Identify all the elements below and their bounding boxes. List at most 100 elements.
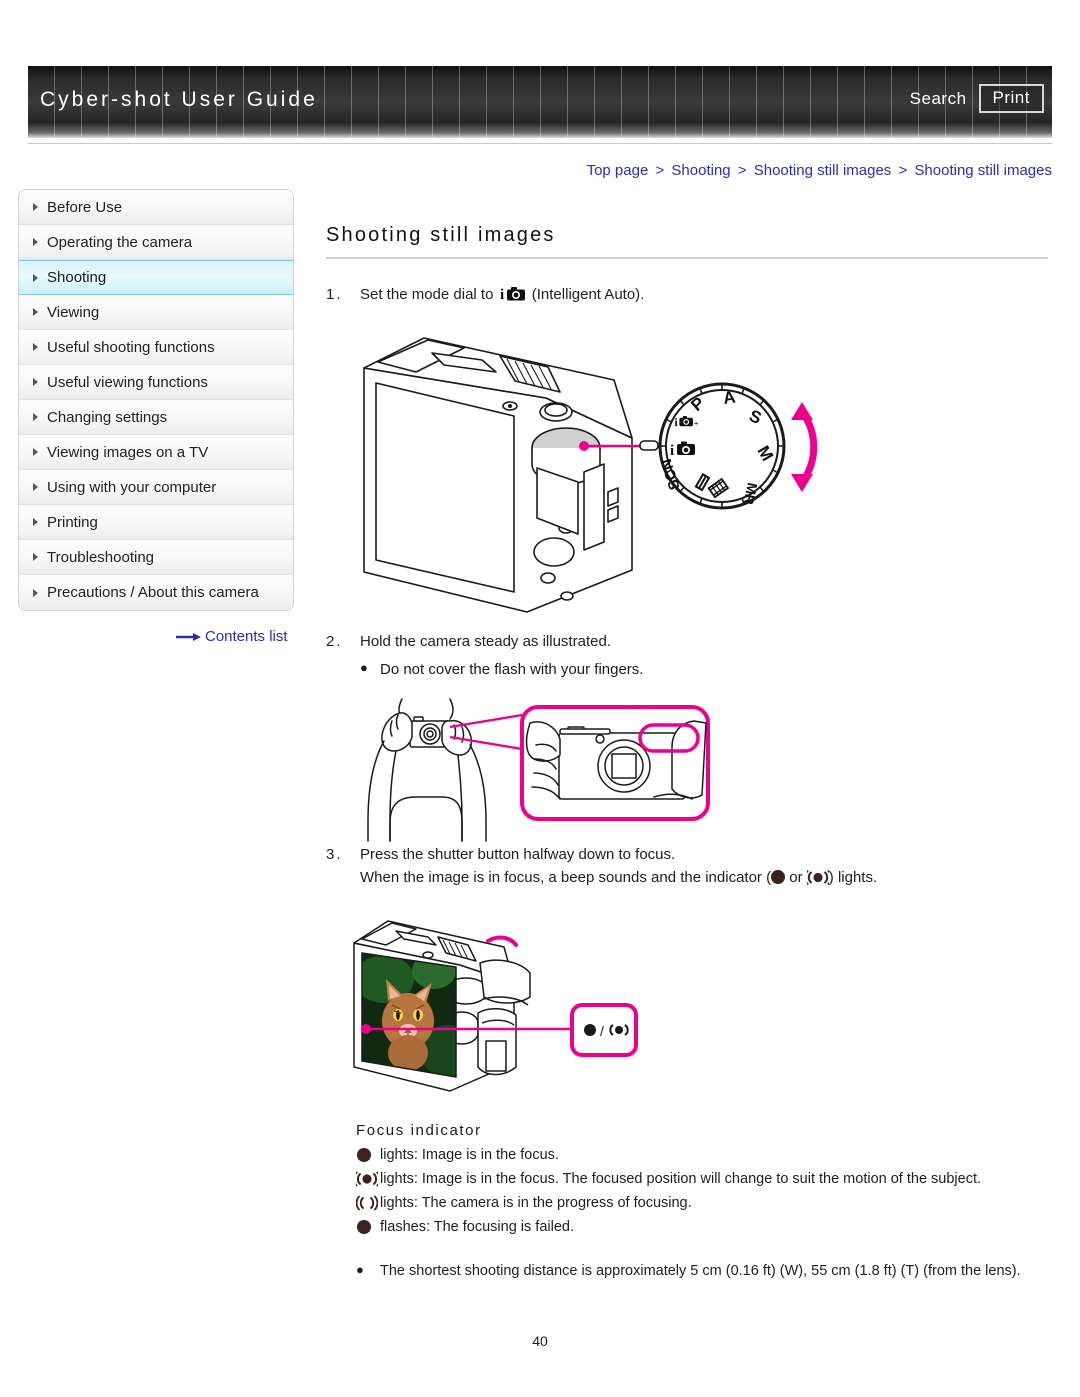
triangle-right-icon bbox=[33, 203, 38, 211]
svg-text:+: + bbox=[694, 419, 699, 428]
sidebar-item-label: Changing settings bbox=[47, 408, 168, 426]
breadcrumb-separator: > bbox=[898, 162, 908, 179]
page-number: 40 bbox=[532, 1333, 548, 1349]
triangle-right-icon bbox=[33, 483, 38, 491]
step-3-line2-b: ) lights. bbox=[828, 869, 878, 886]
focus-indicator-callout bbox=[570, 1003, 638, 1058]
sidebar-item-label: Shooting bbox=[47, 269, 107, 286]
svg-text:/: / bbox=[600, 1023, 604, 1039]
figure-camera-mode-dial: P A S M MR SCN i + i bbox=[332, 320, 832, 630]
sidebar-item-changing-settings[interactable]: Changing settings bbox=[19, 400, 293, 435]
bullet-dot-icon: ● bbox=[356, 1262, 364, 1278]
svg-text:i: i bbox=[500, 287, 504, 302]
focus-solid-dot-icon bbox=[771, 870, 786, 884]
step-2-number: 2. bbox=[326, 633, 343, 651]
main-content: Shooting still images 1. Set the mode di… bbox=[326, 224, 1050, 1283]
step-3-line1: Press the shutter button halfway down to… bbox=[360, 845, 676, 863]
sidebar-item-label: Useful viewing functions bbox=[47, 373, 208, 391]
sidebar-item-troubleshooting[interactable]: Troubleshooting bbox=[19, 540, 293, 575]
step-3-line2-a: When the image is in focus, a beep sound… bbox=[360, 869, 772, 886]
contents-list-link[interactable]: Contents list bbox=[175, 628, 288, 645]
step-2-bullet-text: Do not cover the flash with your fingers… bbox=[380, 660, 644, 678]
print-button[interactable]: Print bbox=[978, 84, 1044, 113]
sidebar-item-useful-viewing-functions[interactable]: Useful viewing functions bbox=[19, 365, 293, 400]
sidebar-nav: Before Use Operating the camera Shooting Vi… bbox=[18, 189, 294, 611]
step-1: 1. Set the mode dial to i (Intelligent A… bbox=[326, 283, 1050, 306]
focus-indicator-row-3: lights: The camera is in the progress of… bbox=[356, 1193, 1050, 1215]
focus-indicator-row-4: flashes: The focusing is failed. bbox=[356, 1217, 1050, 1239]
figure-focus-indicator: / bbox=[338, 901, 668, 1106]
triangle-right-icon bbox=[33, 273, 38, 282]
sidebar-item-label: Useful shooting functions bbox=[47, 338, 215, 356]
sidebar-item-viewing[interactable]: Viewing bbox=[19, 295, 293, 330]
breadcrumb-item-2[interactable]: Shooting still images bbox=[754, 162, 892, 179]
focus-indicator-row-2-text: lights: Image is in the focus. The focus… bbox=[380, 1171, 982, 1187]
triangle-right-icon bbox=[33, 308, 38, 316]
focus-indicator-row-4-text: flashes: The focusing is failed. bbox=[380, 1218, 574, 1235]
focus-tracking-icon bbox=[806, 870, 829, 885]
intelligent-auto-icon: i bbox=[500, 287, 525, 302]
sidebar-item-label: Operating the camera bbox=[47, 233, 193, 251]
mode-dial-illustration: P A S M MR SCN i + i bbox=[658, 382, 818, 510]
focus-indicator-row-2: lights: Image is in the focus. The focus… bbox=[356, 1169, 1050, 1191]
step-3-number: 3. bbox=[326, 845, 343, 863]
shooting-distance-note: ● The shortest shooting distance is appr… bbox=[356, 1260, 1050, 1282]
search-button[interactable]: Search bbox=[910, 89, 967, 109]
step-3-line2-or: or bbox=[785, 869, 807, 886]
step-1-text-before: Set the mode dial to bbox=[360, 286, 498, 303]
breadcrumb-item-0[interactable]: Top page bbox=[587, 162, 649, 179]
triangle-right-icon bbox=[33, 553, 38, 561]
sidebar-item-label: Printing bbox=[47, 513, 98, 531]
breadcrumb-separator: > bbox=[737, 162, 747, 179]
figure-hold-camera bbox=[354, 693, 714, 843]
breadcrumb-item-1[interactable]: Shooting bbox=[671, 162, 730, 179]
triangle-right-icon bbox=[33, 413, 38, 421]
breadcrumb: Top page > Shooting > Shooting still ima… bbox=[587, 162, 1052, 179]
rotate-arrow-icon bbox=[791, 402, 818, 493]
triangle-right-icon bbox=[33, 518, 38, 526]
sidebar-item-useful-shooting-functions[interactable]: Useful shooting functions bbox=[19, 330, 293, 365]
step-1-text-after: (Intelligent Auto). bbox=[527, 286, 645, 303]
step-3: 3. Press the shutter button halfway down… bbox=[326, 843, 1050, 890]
step-1-number: 1. bbox=[326, 286, 343, 303]
title-divider bbox=[326, 257, 1048, 259]
focus-indicator-heading: Focus indicator bbox=[356, 1122, 482, 1140]
sidebar-item-label: Precautions / About this camera bbox=[47, 584, 259, 601]
sidebar-item-label: Viewing images on a TV bbox=[47, 443, 209, 461]
step-3-text: Press the shutter button halfway down to… bbox=[360, 843, 1050, 890]
sidebar-item-using-with-your-computer[interactable]: Using with your computer bbox=[19, 470, 293, 505]
focus-solid-dot-icon bbox=[356, 1145, 380, 1163]
focus-tracking-icon bbox=[356, 1169, 380, 1187]
breadcrumb-item-3[interactable]: Shooting still images bbox=[914, 162, 1052, 179]
sidebar-item-operating-the-camera[interactable]: Operating the camera bbox=[19, 225, 293, 260]
focus-searching-icon bbox=[356, 1193, 380, 1211]
sidebar-item-before-use[interactable]: Before Use bbox=[19, 190, 293, 225]
sidebar-item-label: Troubleshooting bbox=[47, 548, 155, 566]
triangle-right-icon bbox=[33, 343, 38, 351]
page-title: Shooting still images bbox=[326, 224, 556, 246]
site-header: Cyber-shot User Guide Search Print bbox=[28, 66, 1052, 138]
triangle-right-icon bbox=[33, 588, 38, 597]
breadcrumb-separator: > bbox=[655, 162, 665, 179]
focus-indicator-row-1: lights: Image is in the focus. bbox=[356, 1145, 1050, 1167]
step-1-text: Set the mode dial to i (Intelligent Auto… bbox=[360, 283, 1050, 306]
sidebar-item-label: Using with your computer bbox=[47, 478, 217, 496]
focus-indicator-row-1-text: lights: Image is in the focus. bbox=[380, 1147, 559, 1164]
focus-solid-dot-icon bbox=[356, 1217, 380, 1235]
sidebar-item-label: Before Use bbox=[47, 198, 123, 216]
header-actions: Search Print bbox=[910, 84, 1044, 113]
triangle-right-icon bbox=[33, 378, 38, 386]
site-title: Cyber-shot User Guide bbox=[40, 88, 318, 111]
header-divider bbox=[28, 143, 1052, 144]
svg-text:A: A bbox=[722, 388, 737, 409]
sidebar-item-printing[interactable]: Printing bbox=[19, 505, 293, 540]
step-2: 2. Hold the camera steady as illustrated… bbox=[326, 630, 1050, 653]
contents-list-label: Contents list bbox=[205, 628, 288, 645]
sidebar-item-shooting[interactable]: Shooting bbox=[19, 260, 293, 295]
arrow-right-icon bbox=[176, 632, 201, 641]
triangle-right-icon bbox=[33, 238, 38, 246]
sidebar-item-viewing-images-on-a-tv[interactable]: Viewing images on a TV bbox=[19, 435, 293, 470]
sidebar-item-label: Viewing bbox=[47, 303, 100, 321]
sidebar-item-precautions-about-this-camera[interactable]: Precautions / About this camera bbox=[19, 575, 293, 610]
bullet-dot-icon: ● bbox=[360, 659, 368, 675]
